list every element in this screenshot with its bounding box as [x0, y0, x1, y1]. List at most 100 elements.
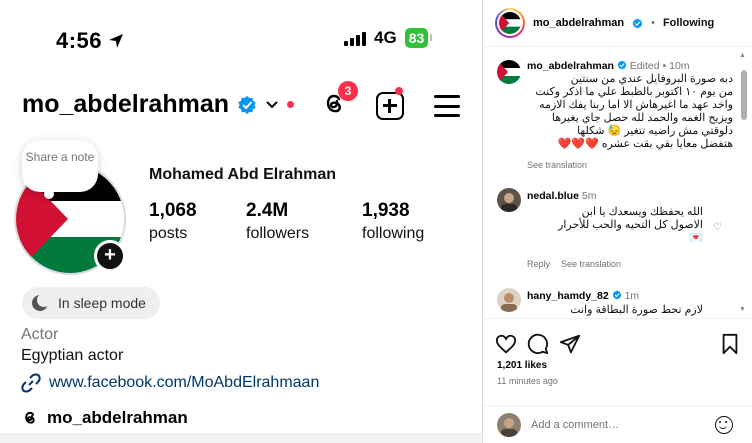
caption-username[interactable]: mo_abdelrahman [527, 60, 614, 72]
caption-line: واخد عهد ما اغيرهاش الا اما ربنا يفك الا… [539, 99, 733, 111]
profile-link[interactable]: www.facebook.com/MoAbdElrahmaan [21, 373, 319, 393]
caption-time: 10m [669, 60, 690, 72]
caption-separator: • [662, 60, 667, 72]
caption-line: هتفضل معايا بقي بقت عشره ❤️❤️❤️ [557, 138, 733, 150]
verified-icon [612, 290, 621, 300]
comment-header: nedal.blue 5m [527, 190, 596, 202]
caption-line: ويزيح الغمه والحمد لله حصل جاي يغيرها [551, 112, 733, 124]
comment-header: hany_hamdy_82 1m [527, 290, 639, 302]
status-bar-time: 4:56 [56, 28, 124, 54]
battery-indicator: 83 [404, 28, 432, 48]
chevron-down-icon[interactable] [265, 100, 279, 110]
share-note-bubble[interactable]: Share a note [22, 140, 98, 199]
comment-username[interactable]: hany_hamdy_82 [527, 290, 609, 302]
comment-line: لازم تحط صورة البطاقة وانت [570, 304, 703, 316]
caption-line: دلوقتي مش راضيه تتغير 😓 شكلها [577, 125, 733, 137]
caption-header: mo_abdelrahman Edited • 10m [527, 60, 690, 72]
profile-category: Actor [21, 326, 59, 343]
signal-icon [344, 30, 366, 46]
post-author-username[interactable]: mo_abdelrahman [533, 17, 624, 29]
verified-icon [632, 18, 643, 28]
stat-value: 2.4M [246, 200, 289, 221]
threads-handle: mo_abdelrahman [47, 408, 188, 427]
scroll-up-arrow-icon[interactable]: ▲ [739, 52, 746, 59]
comments-list: mo_abdelrahman Edited • 10m دبه صورة الب… [483, 48, 741, 318]
add-post-icon[interactable] [376, 92, 404, 120]
post-pane: mo_abdelrahman • Following mo_abdelrahma… [482, 0, 752, 443]
comment-see-translation[interactable]: See translation [561, 259, 621, 269]
user-photo-avatar [497, 188, 521, 212]
comment-like-heart-icon[interactable]: ♡ [713, 222, 722, 233]
comment-text: لازم تحط صورة البطاقة وانت [523, 304, 703, 317]
threads-icon [25, 411, 35, 424]
palestine-flag-avatar [499, 12, 521, 34]
add-comment-bar [483, 405, 752, 443]
threads-profile-link[interactable]: mo_abdelrahman [21, 408, 188, 428]
scrollbar-thumb[interactable] [741, 70, 747, 120]
stat-followers[interactable]: 2.4M followers [246, 200, 309, 243]
status-bar-right: 4G 83 [344, 28, 432, 48]
stat-posts[interactable]: 1,068 posts [149, 200, 197, 243]
profile-full-name: Mohamed Abd Elrahman [149, 166, 336, 183]
link-icon [21, 373, 41, 393]
time-text: 4:56 [56, 28, 103, 53]
profile-username-row[interactable]: mo_abdelrahman [22, 90, 295, 119]
caption-edited: Edited [629, 60, 660, 72]
verified-icon [238, 95, 256, 114]
threads-badge: 3 [338, 81, 358, 101]
post-header: mo_abdelrahman • Following [483, 0, 752, 47]
stat-label: following [362, 225, 425, 242]
profile-screenshot-pane: 4:56 4G 83 mo_abdelrahman 3 Share a note… [0, 0, 482, 443]
scroll-down-arrow-icon[interactable]: ▼ [739, 306, 746, 313]
stat-label: posts [149, 225, 188, 242]
user-photo-avatar [497, 412, 521, 437]
profile-link-text: www.facebook.com/MoAbdElrahmaan [49, 374, 320, 391]
verified-icon [617, 60, 627, 70]
comment-line: الله يحفظك ويسعدك يا ابن [581, 206, 703, 218]
caption-avatar[interactable] [497, 60, 521, 84]
comment-username[interactable]: nedal.blue [527, 190, 579, 202]
sleep-mode-label: In sleep mode [58, 295, 146, 311]
screenshot-composite: 4:56 4G 83 mo_abdelrahman 3 Share a note… [0, 0, 752, 443]
stat-label: followers [246, 225, 310, 242]
post-author-avatar[interactable] [495, 8, 525, 38]
sleep-mode-chip[interactable]: In sleep mode [22, 287, 160, 319]
comment-time: 1m [624, 290, 640, 302]
add-story-button[interactable]: + [94, 240, 126, 272]
caption-line: من يوم ١٠ اكتوبر بالظبط علي ما اذكر وكنت [535, 86, 733, 98]
palestine-flag-avatar [497, 60, 521, 84]
header-separator: • [651, 17, 655, 29]
profile-bio: Egyptian actor [21, 347, 124, 364]
add-comment-input[interactable] [531, 418, 701, 431]
comment-line: الاصول كل التحيه والحب للأحرار [558, 219, 703, 231]
share-icon[interactable] [559, 333, 581, 355]
profile-username: mo_abdelrahman [22, 90, 230, 118]
stat-value: 1,068 [149, 200, 197, 221]
comment-line: 💌 [689, 232, 703, 244]
caption-see-translation[interactable]: See translation [527, 160, 587, 170]
user-photo-avatar [497, 288, 521, 312]
bottom-strip [0, 433, 482, 443]
menu-icon[interactable] [434, 95, 460, 117]
network-type: 4G [374, 28, 397, 47]
current-user-avatar [497, 412, 521, 437]
location-arrow-icon [109, 34, 124, 48]
post-time-ago: 11 minutes ago [497, 376, 558, 386]
stat-following[interactable]: 1,938 following [362, 200, 424, 243]
likes-count[interactable]: 1,201 likes [497, 360, 547, 371]
comment-avatar[interactable] [497, 288, 521, 312]
save-icon[interactable] [719, 333, 741, 355]
comment-time: 5m [581, 190, 597, 202]
stat-value: 1,938 [362, 200, 410, 221]
caption-line: دبه صورة البروفايل عندي من سنتين [570, 73, 733, 85]
moon-icon [32, 293, 51, 311]
caption-text: دبه صورة البروفايل عندي من سنتين من يوم … [523, 73, 733, 151]
comment-reply[interactable]: Reply [527, 259, 550, 269]
following-button[interactable]: Following [663, 17, 714, 29]
emoji-icon[interactable] [715, 415, 733, 434]
heart-icon[interactable] [495, 333, 517, 355]
comment-text: الله يحفظك ويسعدك يا ابن الاصول كل التحي… [523, 206, 703, 245]
comment-icon[interactable] [527, 333, 549, 355]
comment-avatar[interactable] [497, 188, 521, 212]
notification-dot [287, 101, 295, 108]
